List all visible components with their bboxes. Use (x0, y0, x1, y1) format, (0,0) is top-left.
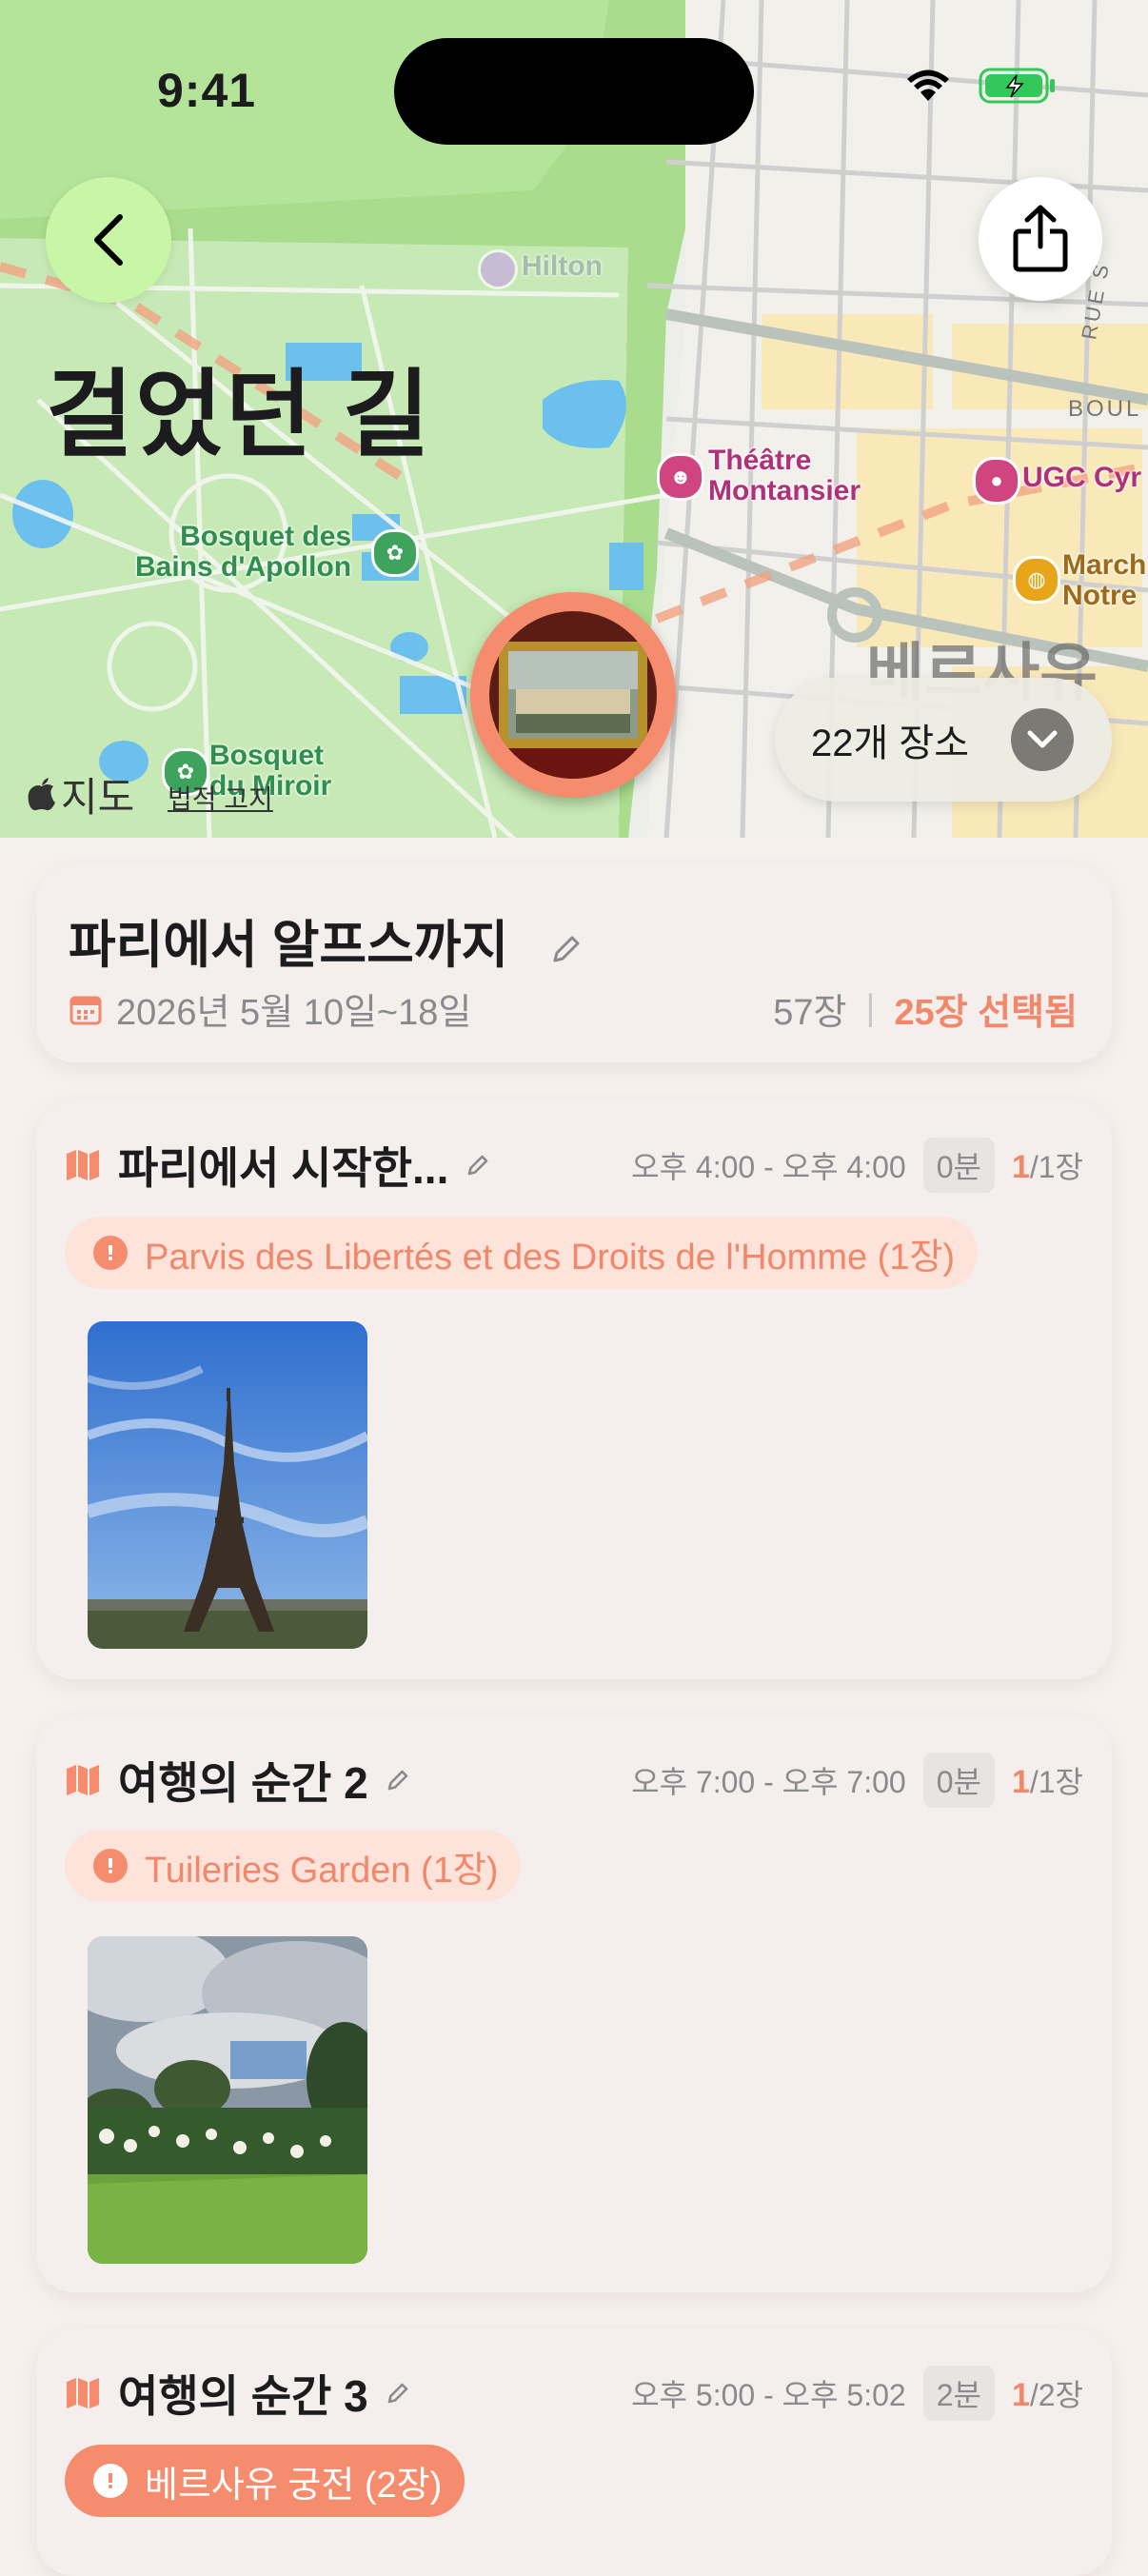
segment-count-selected: 1 (1011, 1149, 1030, 1185)
segment-count-total: /2장 (1029, 2378, 1083, 2412)
segment-duration: 0분 (922, 1753, 995, 1808)
trip-dates: 2026년 5월 10일~18일 (69, 982, 471, 1035)
segment-time-range: 오후 5:00 - 오후 5:02 (631, 2378, 906, 2412)
market-poi-icon[interactable]: ◍ (1013, 556, 1060, 604)
calendar-icon (69, 996, 102, 1024)
segment-time-info: 오후 4:00 - 오후 4:00 0분 1/1장 (631, 1135, 1083, 1196)
pin-photo-thumbnail (489, 611, 657, 779)
map-label-bosquet-apollon-line1: Bosquet des (180, 521, 352, 552)
segment-card[interactable]: 여행의 순간 2 오후 7:00 - 오후 7:00 0분 1/1장 Tuile… (36, 1715, 1112, 2292)
legal-link[interactable]: 법적 고지 (168, 779, 273, 817)
trip-title-text: 파리에서 알프스까지 (69, 917, 509, 974)
hilton-poi-icon (478, 249, 518, 289)
map-label-ugc: UGC Cyr (1022, 462, 1142, 493)
apple-maps-logo: 지도 (27, 765, 134, 823)
segment-header: 여행의 순간 3 오후 5:00 - 오후 5:02 2분 1/2장 (65, 2363, 1083, 2424)
page-title: 걸었던 길 (46, 362, 432, 468)
map-label-bosquet-apollon: Bosquet des Bains d'Apollon (135, 522, 351, 583)
location-pin-icon (93, 1236, 128, 1270)
trip-summary-card: 파리에서 알프스까지 2026년 5월 10일~18일 57장 | 25장 선택… (36, 864, 1112, 1062)
chevron-down-icon (1011, 708, 1074, 771)
status-time: 9:41 (157, 64, 257, 117)
share-icon (1013, 205, 1068, 272)
eiffel-tower-photo (88, 1321, 367, 1649)
map-label-boulevard: BOUL (1068, 396, 1142, 422)
place-chip-label: Parvis des Libertés et des Droits de l'H… (145, 1237, 956, 1278)
segment-time-info: 오후 7:00 - 오후 7:00 0분 1/1장 (631, 1750, 1083, 1811)
segment-duration: 2분 (922, 2366, 995, 2421)
segment-photo-count: 1/1장 (1012, 1143, 1083, 1187)
edit-pencil-icon[interactable] (464, 1151, 492, 1179)
share-button[interactable] (979, 177, 1102, 301)
route-map[interactable]: Hilton ☻ Théâtre Montansier ● UGC Cyr Bo… (0, 0, 1148, 838)
segment-card[interactable]: 파리에서 시작한... 오후 4:00 - 오후 4:00 0분 1/1장 Pa… (36, 1100, 1112, 1679)
map-label-marche-line2: Notre (1062, 580, 1138, 611)
place-chip[interactable]: Tuileries Garden (1장) (65, 1830, 522, 1902)
back-button[interactable] (46, 177, 171, 303)
map-icon (67, 2378, 99, 2408)
place-chip[interactable]: Parvis des Libertés et des Droits de l'H… (65, 1217, 979, 1289)
map-icon (67, 1765, 99, 1795)
map-icon (67, 1150, 99, 1180)
segment-header: 여행의 순간 2 오후 7:00 - 오후 7:00 0분 1/1장 (65, 1750, 1083, 1811)
selected-photos: 25장 선택됨 (894, 993, 1078, 1033)
segment-title[interactable]: 여행의 순간 3 (118, 2362, 368, 2425)
status-icons (904, 67, 1057, 105)
places-count-button[interactable]: 22개 장소 (775, 678, 1112, 802)
edit-pencil-icon[interactable] (384, 2379, 412, 2408)
photo-thumbnail[interactable] (88, 1321, 367, 1649)
segment-count-total: /1장 (1029, 1150, 1083, 1184)
map-label-bosquet-miroir-line1: Bosquet (209, 740, 324, 771)
segment-photo-count: 1/1장 (1012, 1758, 1083, 1802)
map-label-hilton: Hilton (522, 250, 603, 282)
map-label-marche-line1: March (1062, 549, 1147, 581)
map-label-marche: March Notre (1062, 550, 1146, 611)
dynamic-island (394, 38, 754, 145)
wifi-icon (907, 69, 949, 101)
segment-count-total: /1장 (1029, 1765, 1083, 1799)
segment-header: 파리에서 시작한... 오후 4:00 - 오후 4:00 0분 1/1장 (65, 1135, 1083, 1196)
location-pin-icon (93, 2464, 128, 2498)
divider: | (865, 988, 876, 1028)
segment-count-selected: 1 (1011, 2377, 1030, 2413)
segment-time-range: 오후 4:00 - 오후 4:00 (631, 1150, 906, 1184)
trip-photo-stats: 57장 | 25장 선택됨 (773, 982, 1078, 1035)
map-label-bosquet-apollon-line2: Bains d'Apollon (135, 551, 352, 583)
photo-map-pin[interactable] (470, 592, 676, 798)
trip-title[interactable]: 파리에서 알프스까지 (69, 902, 585, 978)
map-label-theatre-line1: Théâtre (708, 445, 812, 476)
segment-time-info: 오후 5:00 - 오후 5:02 2분 1/2장 (631, 2363, 1083, 2424)
garden-photo (88, 1936, 367, 2264)
map-label-theatre-line2: Montansier (708, 475, 861, 506)
total-photos: 57장 (773, 993, 847, 1033)
segment-title[interactable]: 파리에서 시작한... (118, 1134, 448, 1197)
place-chip-label: 베르사유 궁전 (2장) (145, 2465, 443, 2506)
chevron-left-icon (94, 214, 123, 266)
battery-charging-icon (979, 68, 1055, 104)
trip-dates-text: 2026년 5월 10일~18일 (116, 993, 472, 1033)
garden-poi-icon[interactable]: ✿ (371, 529, 419, 577)
segment-time-range: 오후 7:00 - 오후 7:00 (631, 1765, 906, 1799)
place-chip[interactable]: 베르사유 궁전 (2장) (65, 2445, 465, 2517)
places-count-label: 22개 장소 (811, 723, 970, 764)
map-label-theatre: Théâtre Montansier (708, 446, 861, 506)
segment-count-selected: 1 (1011, 1764, 1030, 1800)
segment-photo-count: 1/2장 (1012, 2371, 1083, 2415)
segment-duration: 0분 (922, 1138, 995, 1193)
apple-logo-icon (28, 777, 55, 810)
segment-title[interactable]: 여행의 순간 2 (118, 1749, 368, 1812)
location-pin-icon (93, 1849, 128, 1883)
segment-card[interactable]: 여행의 순간 3 오후 5:00 - 오후 5:02 2분 1/2장 베르사유 … (36, 2328, 1112, 2576)
maps-logo-text: 지도 (61, 775, 135, 820)
place-chip-label: Tuileries Garden (1장) (145, 1850, 499, 1891)
theatre-poi-icon[interactable]: ☻ (657, 453, 704, 501)
photo-thumbnail[interactable] (88, 1936, 367, 2264)
edit-pencil-icon[interactable] (547, 930, 585, 968)
cinema-poi-icon[interactable]: ● (973, 457, 1020, 505)
edit-pencil-icon[interactable] (384, 1766, 412, 1794)
